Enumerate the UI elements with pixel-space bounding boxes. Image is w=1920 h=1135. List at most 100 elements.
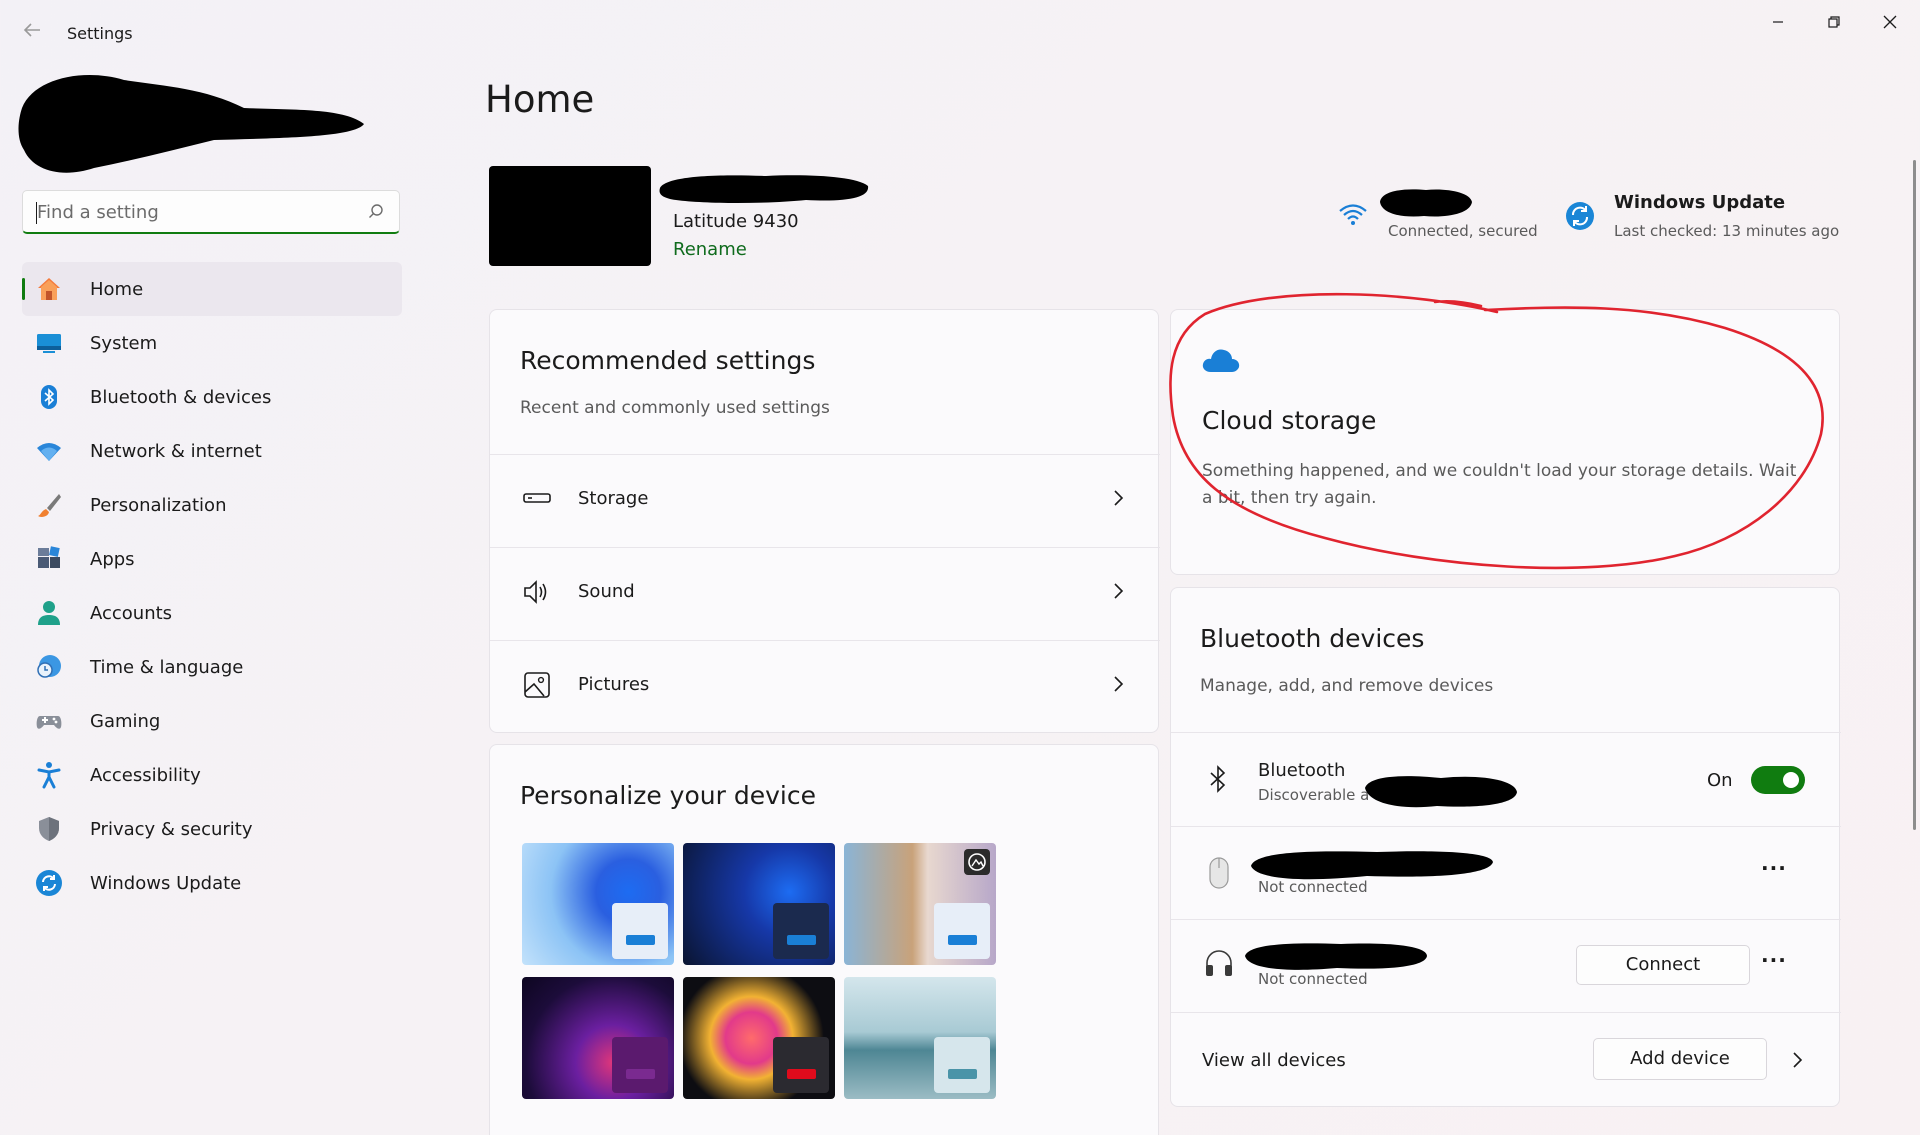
sidebar-item-accessibility[interactable]: Accessibility [22,748,402,802]
bluetooth-discoverable-text: Discoverable a [1258,786,1370,804]
chevron-right-icon[interactable] [1789,1050,1805,1070]
person-icon [34,598,64,628]
sidebar-item-accounts[interactable]: Accounts [22,586,402,640]
sidebar-item-apps[interactable]: Apps [22,532,402,586]
bluetooth-card-subtitle: Manage, add, and remove devices [1200,676,1494,696]
divider [490,547,1160,548]
sidebar-item-network-internet[interactable]: Network & internet [22,424,402,478]
redacted-bluetooth-name [1365,776,1517,808]
device-status: Not connected [1258,878,1368,896]
rename-link[interactable]: Rename [673,239,747,260]
system-icon [34,328,64,358]
divider [1171,732,1841,733]
storage-icon [523,493,551,503]
sidebar-item-label: Apps [90,548,135,570]
recommended-title: Recommended settings [520,346,816,375]
theme-thumbnail[interactable] [683,843,835,965]
recommended-row-storage[interactable]: Storage [490,454,1160,546]
windows-update-title[interactable]: Windows Update [1614,192,1785,213]
clock-globe-icon [34,652,64,682]
device-image [489,166,651,266]
active-indicator [22,278,25,300]
network-status[interactable]: Connected, secured [1388,222,1538,240]
back-button[interactable] [18,20,46,48]
close-button[interactable] [1862,4,1918,40]
redacted-network-name [1380,189,1472,217]
theme-accent-bar [948,935,977,945]
sidebar-item-label: Privacy & security [90,818,253,840]
mouse-icon [1209,857,1229,889]
theme-window-preview [612,903,668,959]
theme-thumbnail[interactable] [844,977,996,1099]
divider [1171,1012,1841,1013]
windows-update-icon [1566,202,1594,230]
device-status: Not connected [1258,970,1368,988]
search-input[interactable]: Find a setting [22,190,400,234]
accessibility-icon [34,760,64,790]
update-icon [34,868,64,898]
sidebar-nav: Home System Bluetooth & devices Network … [22,262,402,910]
sidebar-item-personalization[interactable]: Personalization [22,478,402,532]
spotlight-icon [964,849,990,875]
sidebar-item-privacy-security[interactable]: Privacy & security [22,802,402,856]
recommended-row-pictures[interactable]: Pictures [490,640,1160,732]
bluetooth-toggle[interactable] [1751,766,1805,794]
sidebar-item-gaming[interactable]: Gaming [22,694,402,748]
restore-button[interactable] [1806,4,1862,40]
close-icon [1883,15,1897,29]
wifi-status-icon [1339,204,1367,225]
divider [490,640,1160,641]
theme-window-preview [934,1037,990,1093]
view-all-devices-link[interactable]: View all devices [1202,1050,1346,1071]
add-device-button[interactable]: Add device [1593,1038,1767,1080]
personalize-title: Personalize your device [520,781,816,810]
more-options-button[interactable]: ··· [1761,856,1787,880]
sidebar-item-label: Time & language [90,656,244,678]
theme-thumbnail[interactable] [522,843,674,965]
bluetooth-icon [34,382,64,412]
theme-thumbnail[interactable] [683,977,835,1099]
scrollbar[interactable] [1913,160,1916,830]
sidebar-item-home[interactable]: Home [22,262,402,316]
headphones-icon [1206,950,1232,976]
more-options-button[interactable]: ··· [1761,948,1787,972]
theme-window-preview [612,1037,668,1093]
sidebar-item-label: Bluetooth & devices [90,386,272,408]
sidebar-item-bluetooth-devices[interactable]: Bluetooth & devices [22,370,402,424]
recommended-row-label: Storage [578,488,649,509]
brush-icon [34,490,64,520]
text-cursor [36,202,37,224]
picture-icon [524,672,550,698]
page-title: Home [485,78,595,121]
windows-update-status: Last checked: 13 minutes ago [1614,222,1840,240]
theme-window-preview [773,903,829,959]
chevron-right-icon [1114,676,1124,692]
red-annotation-circle [1169,292,1824,570]
home-icon [34,274,64,304]
search-placeholder: Find a setting [37,202,159,223]
device-model: Latitude 9430 [673,211,799,232]
redacted-account-info [18,75,364,173]
apps-icon [34,544,64,574]
speaker-icon [524,580,547,604]
chevron-right-icon [1114,583,1124,599]
divider [1171,919,1841,920]
sidebar-item-system[interactable]: System [22,316,402,370]
connect-button[interactable]: Connect [1576,945,1750,985]
search-icon [369,204,383,218]
divider [1171,826,1841,827]
bluetooth-card-title: Bluetooth devices [1200,624,1425,653]
recommended-row-sound[interactable]: Sound [490,547,1160,639]
back-arrow-icon [23,23,40,37]
theme-window-preview [773,1037,829,1093]
bluetooth-icon [1210,765,1226,793]
divider [490,454,1160,455]
theme-thumbnail[interactable] [844,843,996,965]
sidebar-item-time-language[interactable]: Time & language [22,640,402,694]
sidebar-item-windows-update[interactable]: Windows Update [22,856,402,910]
theme-thumbnail[interactable] [522,977,674,1099]
recommended-settings-card: Recommended settings Recent and commonly… [489,309,1160,733]
sidebar-item-label: Network & internet [90,440,262,462]
minimize-button[interactable] [1750,4,1806,40]
recommended-row-label: Sound [578,581,635,602]
